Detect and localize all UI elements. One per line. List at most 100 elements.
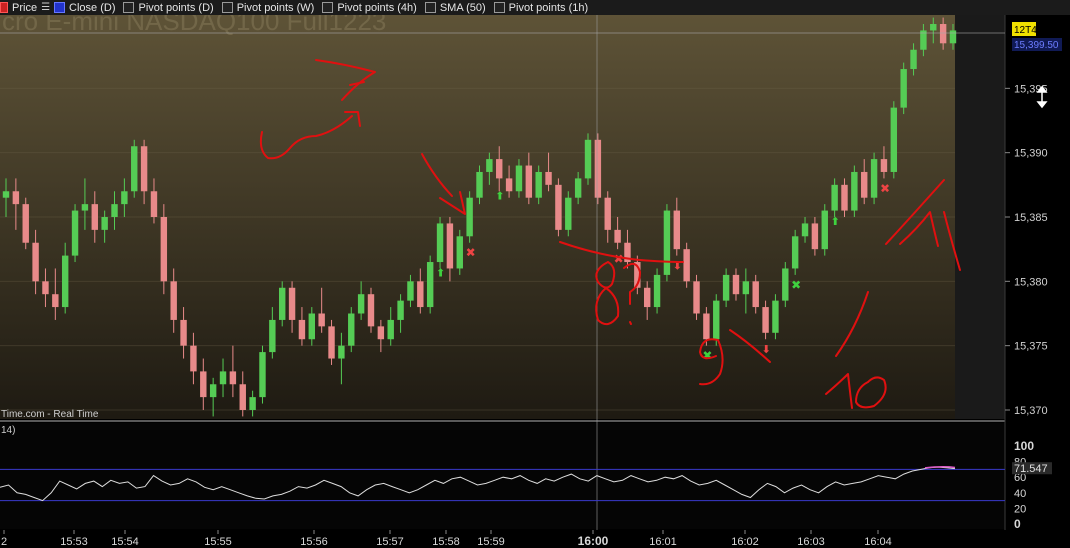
time-tick-label: 16:00 — [578, 534, 609, 548]
candle-body — [930, 24, 937, 31]
candle-body — [496, 159, 503, 179]
candle-body — [131, 146, 138, 192]
candle-body — [614, 229, 621, 243]
candle-body — [900, 69, 907, 108]
toolbar-item-pivot-1h[interactable]: Pivot points (1h) — [493, 1, 589, 14]
toolbar-item-pivot-d[interactable]: Pivot points (D) — [123, 2, 214, 14]
rsi-indicator-label: 14) — [1, 425, 15, 436]
checkbox-icon[interactable] — [54, 2, 66, 13]
toolbar-item-pivot-w[interactable]: Pivot points (W) — [221, 1, 315, 14]
list-icon[interactable]: ☰ — [41, 2, 50, 13]
signal-x-marker: ✖ — [791, 278, 801, 292]
candle-body — [22, 204, 29, 243]
toolbar-item-sma[interactable]: SMA (50) — [424, 2, 486, 14]
time-tick-label: 15:55 — [204, 536, 232, 548]
candle-body — [565, 197, 572, 230]
rsi-panel-background — [0, 423, 1005, 529]
chart-window: cro E-mini NASDAQ100 Full1223 ⬆ ✖ ⬆ ✖ ⬇ ✖ ⬇ ✖ ⬆ ✖… — [0, 0, 1070, 548]
candle-body — [219, 371, 227, 385]
toolbar-item-label[interactable]: Price — [12, 2, 37, 14]
candle-body — [752, 281, 759, 308]
candle-body — [851, 171, 858, 211]
candle-body — [407, 281, 414, 301]
candle-body — [101, 217, 108, 230]
checkbox-icon[interactable] — [424, 2, 436, 13]
time-tick-label: 16:04 — [864, 536, 892, 548]
candle-body — [12, 191, 20, 205]
checkbox-icon[interactable] — [123, 2, 135, 13]
checkbox-icon[interactable] — [221, 2, 233, 13]
price-axis[interactable]: 15,37015,37515,38015,38515,39015,395 — [1005, 83, 1048, 417]
candle-body — [525, 165, 533, 198]
time-tick-label: 2 — [1, 536, 7, 548]
price-tick-label: 15,380 — [1014, 276, 1048, 288]
candle-body — [466, 197, 473, 237]
candle-body — [52, 294, 59, 308]
toolbar-item-close-d[interactable]: Close (D) — [54, 2, 115, 14]
candle-body — [693, 281, 700, 314]
price-axis-background — [955, 15, 1005, 419]
candle-body — [200, 371, 207, 398]
candle-body — [476, 171, 483, 198]
signal-arrow-up-marker: ⬆ — [831, 215, 840, 228]
checkbox-icon[interactable] — [493, 2, 505, 13]
candle-body — [505, 178, 513, 192]
current-price-label: 12T400 — [1014, 25, 1048, 36]
price-color-icon — [0, 2, 8, 13]
candle-body — [801, 223, 809, 237]
time-tick-label: 15:57 — [376, 536, 404, 548]
toolbar-item-label: Pivot points (1h) — [508, 1, 589, 14]
candle-body — [949, 30, 957, 44]
candle-body — [367, 294, 375, 327]
rsi-tick-label: 100 — [1014, 439, 1034, 453]
candle-body — [673, 210, 680, 250]
candle-body — [387, 319, 394, 340]
candle-body — [742, 281, 750, 295]
time-tick-label: 15:56 — [300, 536, 328, 548]
candle-body — [841, 184, 848, 211]
candle-body — [861, 171, 868, 198]
candle-body — [446, 223, 454, 269]
candle-body — [643, 287, 651, 308]
toolbar-item-label: Pivot points (W) — [236, 1, 315, 14]
toolbar-item-pivot-4h[interactable]: Pivot points (4h) — [322, 1, 417, 14]
candle-body — [397, 300, 404, 320]
candle-body — [111, 204, 118, 217]
candle-body — [61, 255, 69, 308]
candle-body — [140, 146, 148, 192]
candle-body — [91, 204, 98, 230]
candle-body — [515, 165, 523, 192]
toolbar-item-label: Pivot points (4h) — [337, 1, 417, 14]
candle-body — [328, 326, 335, 359]
candle-body — [486, 159, 493, 172]
candle-body — [357, 294, 365, 314]
candle-body — [910, 49, 917, 70]
signal-arrow-up-marker: ⬆ — [436, 266, 445, 279]
candle-body — [42, 281, 49, 295]
signal-arrow-down-marker: ⬇ — [762, 343, 771, 356]
candle-body — [732, 274, 740, 295]
candle-body — [584, 139, 592, 179]
data-source-label: Time.com - Real Time — [1, 409, 99, 420]
signal-arrow-up-marker: ⬆ — [495, 189, 504, 202]
candle-body — [2, 191, 10, 198]
price-chart[interactable]: cro E-mini NASDAQ100 Full1223 ⬆✖⬆✖ ⬇✖ ⬇✖⬆✖… — [0, 0, 1070, 548]
candle-body — [338, 345, 345, 359]
candle-body — [890, 107, 898, 172]
time-tick-label: 15:54 — [111, 536, 139, 548]
checkbox-icon[interactable] — [322, 2, 334, 13]
candle-body — [545, 171, 552, 185]
candle-body — [259, 352, 266, 398]
candle-body — [279, 287, 286, 320]
time-tick-label: 16:03 — [797, 536, 825, 548]
candle-body — [81, 204, 89, 211]
candle-body — [318, 313, 325, 327]
candle-body — [535, 171, 542, 198]
candle-body — [239, 384, 246, 410]
candle-body — [269, 319, 276, 353]
candle-body — [821, 210, 828, 250]
candle-body — [436, 223, 444, 263]
candle-body — [229, 371, 237, 385]
signal-x-marker: ✖ — [466, 246, 476, 260]
signal-x-marker: ✖ — [702, 349, 712, 363]
